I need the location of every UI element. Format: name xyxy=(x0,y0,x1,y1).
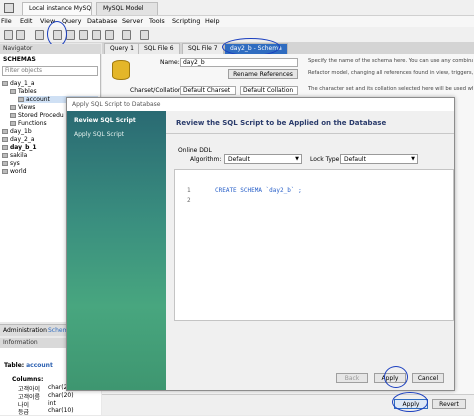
database-icon xyxy=(2,169,8,174)
algorithm-value: Default xyxy=(228,156,250,163)
menu-query[interactable]: Query xyxy=(62,17,81,25)
annotation-circle-apply xyxy=(384,366,408,388)
dialog-main: Review the SQL Script to be Applied on t… xyxy=(166,111,454,390)
tab-mysql-model[interactable]: MySQL Model xyxy=(96,2,158,15)
query-tabs: Query 1 SQL File 6 SQL File 7 day2_b - S… xyxy=(102,42,474,54)
search-table-icon[interactable] xyxy=(122,30,131,40)
dialog-title: Apply SQL Script to Database xyxy=(67,98,454,111)
open-sql-icon[interactable] xyxy=(16,30,25,40)
tree-item-sys[interactable]: sys xyxy=(2,160,20,167)
tree-item-world[interactable]: world xyxy=(2,168,27,175)
step-apply-sql-script: Apply SQL Script xyxy=(74,131,125,138)
menu-server[interactable]: Server xyxy=(122,17,143,25)
menu-scripting[interactable]: Scripting xyxy=(172,17,200,25)
sql-script-editor[interactable]: 1 CREATE SCHEMA `day2_b` ; 2 xyxy=(174,169,454,321)
dialog-heading: Review the SQL Script to be Applied on t… xyxy=(176,119,387,127)
folder-icon xyxy=(10,89,16,94)
create-function-icon[interactable] xyxy=(105,30,114,40)
menu-tools[interactable]: Tools xyxy=(149,17,165,25)
back-button[interactable]: Back xyxy=(336,373,368,383)
tree-item-functions[interactable]: Functions xyxy=(10,120,47,127)
database-icon xyxy=(2,161,8,166)
database-icon xyxy=(2,129,8,134)
tree-item-day-1-a[interactable]: day_1_a xyxy=(2,80,35,87)
tree-item-tables[interactable]: Tables xyxy=(10,88,37,95)
lock-type-label: Lock Type: xyxy=(310,156,342,163)
dialog-steps-sidebar: Review SQL Script Apply SQL Script xyxy=(67,111,166,390)
tree-item-sakila[interactable]: sakila xyxy=(2,152,27,159)
database-icon xyxy=(2,153,8,158)
window-tab-bar: Local instance MySQL MySQL Model xyxy=(0,0,474,16)
tab-local-instance[interactable]: Local instance MySQL xyxy=(22,2,92,15)
line-number: 2 xyxy=(187,197,191,204)
algorithm-label: Algorithm: xyxy=(190,156,222,163)
tab-administration[interactable]: Administration xyxy=(3,327,47,334)
menu-help[interactable]: Help xyxy=(205,17,220,25)
rename-references-button[interactable]: Rename References xyxy=(228,69,298,79)
tree-item-day-b-1[interactable]: day_b_1 xyxy=(2,144,37,151)
lock-type-dropdown[interactable]: Default ▼ xyxy=(340,154,418,164)
create-view-icon[interactable] xyxy=(79,30,88,40)
menu-database[interactable]: Database xyxy=(87,17,118,25)
table-label: Table: xyxy=(4,362,25,369)
charset-dropdown[interactable]: Default Charset xyxy=(180,86,236,95)
menu-edit[interactable]: Edit xyxy=(20,17,32,25)
folder-icon xyxy=(10,105,16,110)
tab-query-1[interactable]: Query 1 xyxy=(104,43,140,54)
line-number: 1 xyxy=(187,187,191,194)
database-icon xyxy=(2,137,8,142)
charset-collation-label: Charset/Collation: xyxy=(130,87,184,94)
lock-type-value: Default xyxy=(344,156,366,163)
online-ddl-label: Online DDL xyxy=(178,147,212,154)
chevron-down-icon: ▼ xyxy=(295,156,299,162)
schemas-label: SCHEMAS xyxy=(3,56,36,63)
menu-bar: File Edit View Query Database Server Too… xyxy=(0,16,474,27)
rename-description: Refactor model, changing all references … xyxy=(308,70,473,76)
tree-item-stored-procedures[interactable]: Stored Procedu xyxy=(10,112,64,119)
column-type: char(20) xyxy=(48,392,74,399)
chevron-down-icon: ▼ xyxy=(411,156,415,162)
apply-sql-dialog: Apply SQL Script to Database Review SQL … xyxy=(66,97,455,391)
create-table-icon[interactable] xyxy=(66,30,75,40)
table-name: account xyxy=(26,362,53,369)
tab-sql-file-7[interactable]: SQL File 7 xyxy=(182,43,224,54)
charset-description: The character set and its collation sele… xyxy=(308,86,473,92)
sql-code-line: CREATE SCHEMA `day2_b` ; xyxy=(215,187,302,194)
name-label: Name: xyxy=(160,59,180,66)
step-review-sql-script: Review SQL Script xyxy=(74,117,136,124)
tab-sql-file-6[interactable]: SQL File 6 xyxy=(138,43,180,54)
column-type: char(10) xyxy=(48,407,74,414)
menu-file[interactable]: File xyxy=(1,17,12,25)
new-sql-tab-icon[interactable] xyxy=(4,30,13,40)
folder-icon xyxy=(10,121,16,126)
revert-button[interactable]: Revert xyxy=(432,399,466,409)
algorithm-dropdown[interactable]: Default ▼ xyxy=(224,154,302,164)
tree-item-views[interactable]: Views xyxy=(10,104,35,111)
name-description: Specify the name of the schema here. You… xyxy=(308,58,473,64)
annotation-circle-bottom-apply xyxy=(392,392,428,412)
reconnect-icon[interactable] xyxy=(140,30,149,40)
navigator-header: Navigator xyxy=(0,44,101,54)
schema-name-field[interactable]: day2_b xyxy=(180,58,298,67)
table-icon xyxy=(18,97,24,102)
tree-item-day-1b[interactable]: day_1b xyxy=(2,128,32,135)
database-icon xyxy=(2,145,8,150)
collation-dropdown[interactable]: Default Collation xyxy=(240,86,298,95)
tree-item-day-2-a[interactable]: day_2_a xyxy=(2,136,35,143)
divider xyxy=(166,133,454,134)
column-type: int xyxy=(48,400,56,407)
filter-objects-input[interactable]: Filter objects xyxy=(2,66,98,76)
folder-icon xyxy=(10,113,16,118)
columns-label: Columns: xyxy=(12,376,44,383)
create-procedure-icon[interactable] xyxy=(92,30,101,40)
dialog-cancel-button[interactable]: Cancel xyxy=(412,373,444,383)
inspector-icon[interactable] xyxy=(35,30,44,40)
home-icon[interactable] xyxy=(4,3,14,13)
database-icon xyxy=(2,81,8,86)
table-info: Table: account xyxy=(4,362,53,369)
schema-icon xyxy=(112,60,130,80)
